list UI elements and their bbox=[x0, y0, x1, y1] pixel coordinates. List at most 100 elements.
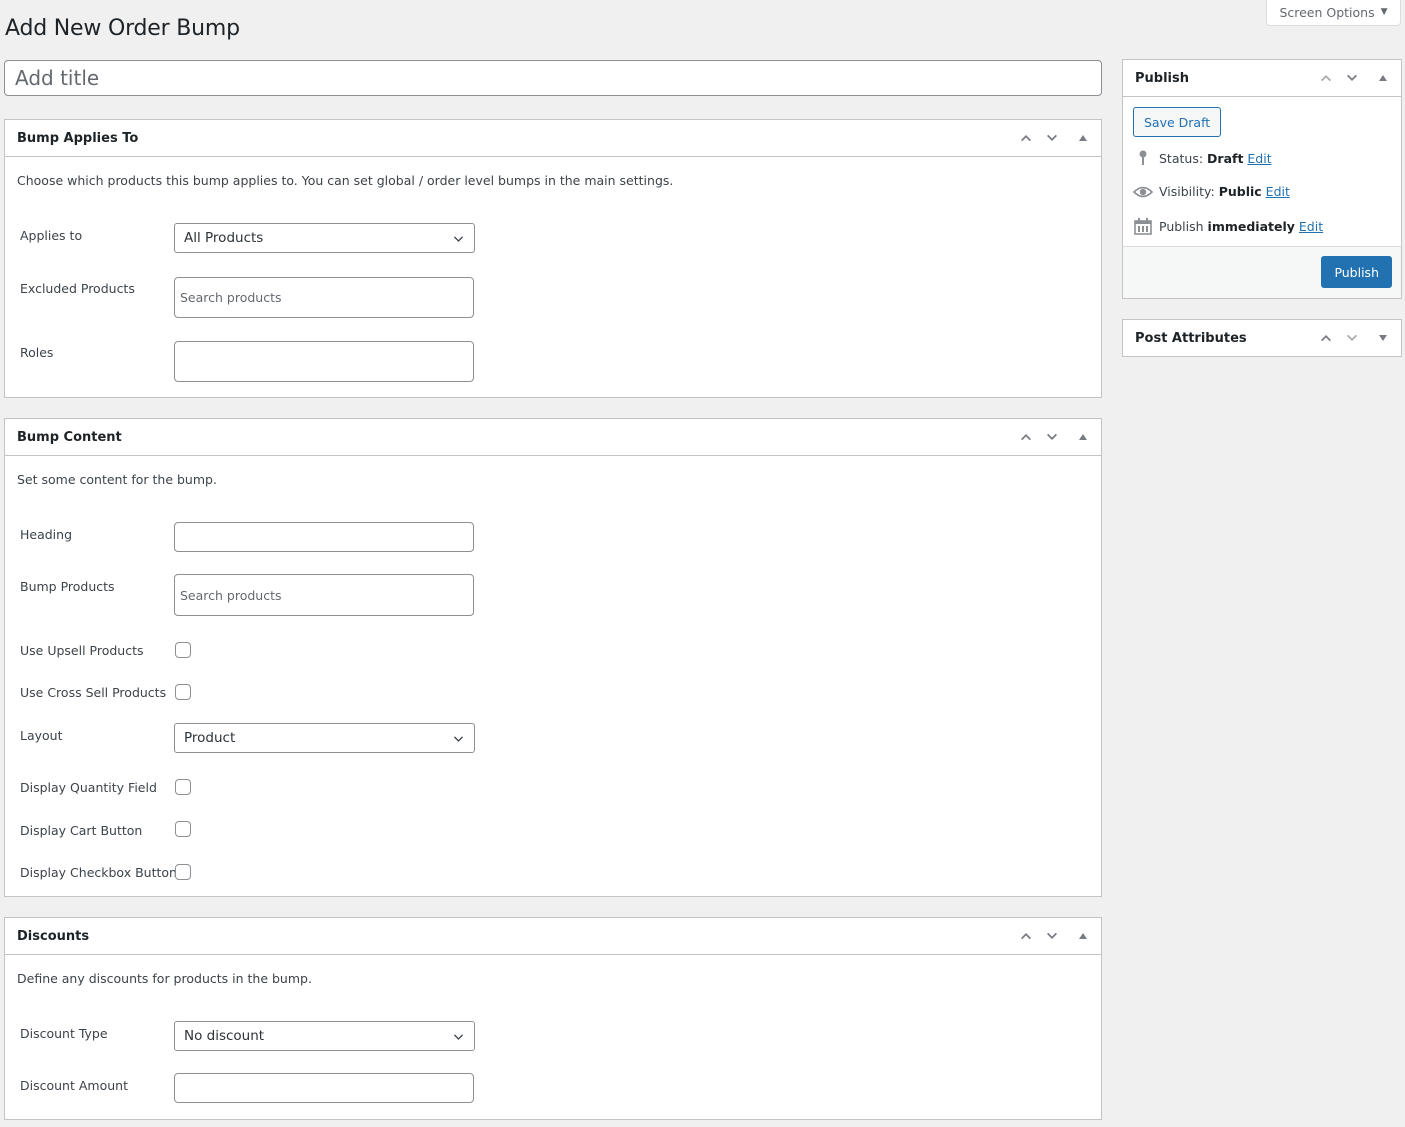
display-cart-button-label: Display Cart Button bbox=[20, 823, 143, 838]
toggle-panel-button[interactable] bbox=[1365, 320, 1401, 356]
heading-label: Heading bbox=[20, 527, 73, 542]
edit-visibility-link[interactable]: Edit bbox=[1266, 184, 1290, 199]
pin-icon bbox=[1133, 150, 1153, 166]
discount-type-value: No discount bbox=[184, 1028, 265, 1044]
applies-to-label: Applies to bbox=[20, 228, 83, 243]
bump-products-label: Bump Products bbox=[20, 579, 115, 594]
move-down-button[interactable] bbox=[1339, 60, 1365, 96]
chevron-up-icon bbox=[1021, 933, 1031, 940]
toggle-panel-button[interactable] bbox=[1365, 60, 1401, 96]
use-upsell-label: Use Upsell Products bbox=[20, 643, 144, 658]
move-down-button[interactable] bbox=[1039, 419, 1065, 455]
publish-value: immediately bbox=[1207, 219, 1295, 234]
use-upsell-checkbox[interactable] bbox=[175, 642, 191, 658]
status-row: Status: Draft Edit bbox=[1133, 150, 1272, 166]
roles-input[interactable] bbox=[174, 341, 474, 382]
panel-header: Bump Content bbox=[5, 419, 1101, 456]
heading-input[interactable] bbox=[174, 522, 474, 552]
post-attributes-panel: Post Attributes bbox=[1122, 319, 1402, 357]
move-up-button[interactable] bbox=[1013, 918, 1039, 954]
toggle-panel-button[interactable] bbox=[1065, 918, 1101, 954]
panel-title: Bump Content bbox=[17, 429, 122, 445]
panel-description: Choose which products this bump applies … bbox=[17, 173, 674, 188]
status-label: Status: bbox=[1159, 150, 1204, 166]
display-cart-button-checkbox[interactable] bbox=[175, 821, 191, 837]
move-up-button[interactable] bbox=[1013, 120, 1039, 156]
triangle-up-icon bbox=[1079, 135, 1087, 141]
discount-type-label: Discount Type bbox=[20, 1026, 108, 1041]
chevron-down-icon bbox=[1347, 334, 1357, 341]
save-draft-button[interactable]: Save Draft bbox=[1133, 107, 1222, 137]
chevron-up-icon bbox=[1021, 434, 1031, 441]
screen-options-button[interactable]: Screen Options ▼ bbox=[1266, 0, 1401, 26]
visibility-row: Visibility: Public Edit bbox=[1133, 184, 1290, 199]
panel-title: Publish bbox=[1135, 70, 1189, 86]
discounts-panel: Discounts Define any discounts for produ… bbox=[4, 917, 1102, 1120]
display-checkbox-button-label: Display Checkbox Button bbox=[20, 865, 177, 880]
triangle-up-icon bbox=[1079, 933, 1087, 939]
caret-down-icon: ▼ bbox=[1380, 7, 1388, 17]
visibility-label: Visibility: bbox=[1159, 184, 1215, 199]
move-down-button[interactable] bbox=[1339, 320, 1365, 356]
use-cross-sell-checkbox[interactable] bbox=[175, 684, 191, 700]
screen-options-label: Screen Options bbox=[1279, 4, 1375, 20]
chevron-up-icon bbox=[1321, 75, 1331, 82]
chevron-down-icon bbox=[1047, 433, 1057, 440]
move-down-button[interactable] bbox=[1039, 918, 1065, 954]
panel-header: Bump Applies To bbox=[5, 120, 1101, 157]
chevron-down-icon bbox=[453, 235, 464, 242]
layout-label: Layout bbox=[20, 728, 63, 743]
toggle-panel-button[interactable] bbox=[1065, 120, 1101, 156]
panel-header: Publish bbox=[1123, 60, 1401, 97]
edit-status-link[interactable]: Edit bbox=[1247, 151, 1271, 166]
excluded-products-input[interactable] bbox=[174, 277, 474, 318]
chevron-up-icon bbox=[1321, 335, 1331, 342]
bump-products-input[interactable] bbox=[174, 574, 474, 616]
eye-icon bbox=[1133, 185, 1153, 199]
layout-select[interactable]: Product bbox=[174, 723, 475, 753]
edit-publish-date-link[interactable]: Edit bbox=[1299, 219, 1323, 234]
visibility-value: Public bbox=[1218, 184, 1262, 199]
toggle-panel-button[interactable] bbox=[1065, 419, 1101, 455]
chevron-down-icon bbox=[453, 1033, 464, 1040]
chevron-down-icon bbox=[453, 735, 464, 742]
status-value: Draft bbox=[1207, 150, 1244, 166]
display-quantity-checkbox[interactable] bbox=[175, 779, 191, 795]
discount-amount-label: Discount Amount bbox=[20, 1078, 128, 1093]
display-checkbox-button-checkbox[interactable] bbox=[175, 864, 191, 880]
bump-applies-to-panel: Bump Applies To Choose which products th… bbox=[4, 119, 1102, 398]
publish-button[interactable]: Publish bbox=[1321, 256, 1392, 288]
applies-to-value: All Products bbox=[184, 230, 264, 246]
move-up-button[interactable] bbox=[1313, 60, 1339, 96]
discount-type-select[interactable]: No discount bbox=[174, 1021, 475, 1051]
chevron-down-icon bbox=[1047, 134, 1057, 141]
triangle-up-icon bbox=[1079, 434, 1087, 440]
title-input[interactable] bbox=[4, 60, 1102, 96]
panel-header: Discounts bbox=[5, 918, 1101, 955]
panel-header: Post Attributes bbox=[1123, 320, 1401, 356]
layout-value: Product bbox=[184, 730, 236, 746]
panel-description: Define any discounts for products in the… bbox=[17, 971, 312, 986]
chevron-down-icon bbox=[1047, 932, 1057, 939]
major-publishing-actions: Publish bbox=[1123, 246, 1401, 298]
display-quantity-label: Display Quantity Field bbox=[20, 780, 157, 795]
move-up-button[interactable] bbox=[1013, 419, 1039, 455]
chevron-down-icon bbox=[1347, 74, 1357, 81]
panel-title: Discounts bbox=[17, 928, 90, 944]
use-cross-sell-label: Use Cross Sell Products bbox=[20, 685, 167, 700]
page-title: Add New Order Bump bbox=[5, 16, 240, 41]
move-down-button[interactable] bbox=[1039, 120, 1065, 156]
move-up-button[interactable] bbox=[1313, 320, 1339, 356]
applies-to-select[interactable]: All Products bbox=[174, 223, 475, 253]
publish-date-row: Publish immediately Edit bbox=[1133, 218, 1323, 235]
roles-label: Roles bbox=[20, 345, 54, 360]
panel-title: Post Attributes bbox=[1135, 330, 1247, 346]
publish-label: Publish bbox=[1159, 219, 1204, 234]
panel-title: Bump Applies To bbox=[17, 130, 139, 146]
discount-amount-input[interactable] bbox=[174, 1073, 474, 1103]
publish-panel: Publish Save Draft Status: Draft Edit Vi… bbox=[1122, 59, 1402, 299]
bump-content-panel: Bump Content Set some content for the bu… bbox=[4, 418, 1102, 897]
triangle-up-icon bbox=[1379, 75, 1387, 81]
calendar-icon bbox=[1133, 218, 1153, 235]
panel-description: Set some content for the bump. bbox=[17, 472, 217, 487]
